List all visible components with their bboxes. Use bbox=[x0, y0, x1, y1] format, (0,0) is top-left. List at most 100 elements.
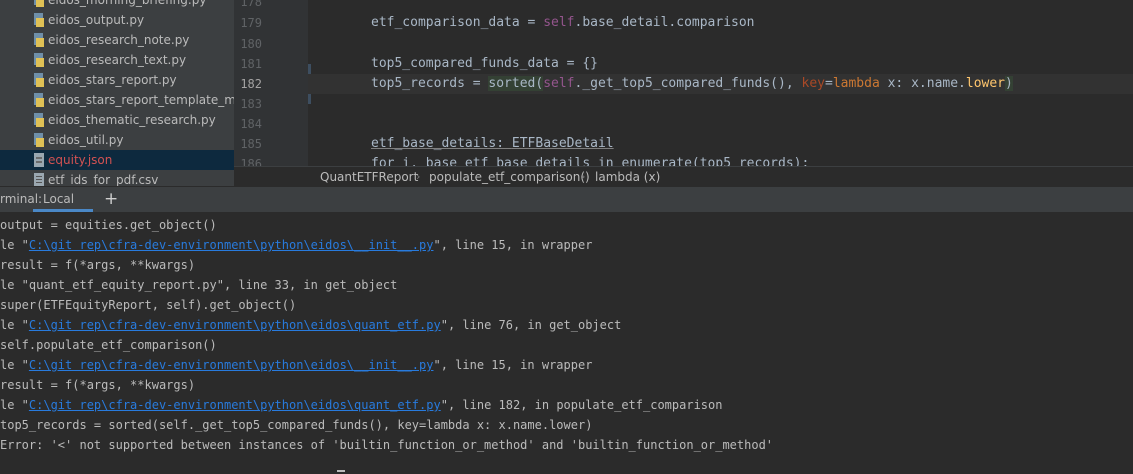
terminal-line: result = f(*args, **kwargs) bbox=[0, 255, 195, 275]
code-token-sorted: sorted bbox=[488, 76, 536, 91]
terminal-text: top5_records = sorted(self._get_top5_com… bbox=[0, 418, 593, 432]
terminal-line: le "C:\git rep\cfra-dev-environment\pyth… bbox=[0, 355, 592, 375]
tree-item-label: eidos_research_text.py bbox=[48, 53, 187, 67]
tree-item-file[interactable]: eidos_stars_report_template_mapping.py bbox=[0, 90, 234, 110]
python-file-icon bbox=[34, 13, 44, 27]
tree-item-file[interactable]: eidos_research_note.py bbox=[0, 30, 234, 50]
line-number: 180 bbox=[240, 37, 262, 51]
tree-item-file[interactable]: eidos_util.py bbox=[0, 130, 234, 150]
tree-item-label: eidos_stars_report_template_mapping.py bbox=[48, 93, 234, 107]
terminal-text: ", line 15, in wrapper bbox=[433, 358, 593, 372]
terminal-text: ", line 76, in get_object bbox=[440, 318, 622, 332]
terminal-line: le "quant_etf_equity_report.py", line 33… bbox=[0, 275, 397, 295]
terminal-tab-bar: rminal: Local + bbox=[0, 187, 1133, 213]
tree-item-file-selected[interactable]: equity.json bbox=[0, 150, 234, 170]
terminal-line: result = f(*args, **kwargs) bbox=[0, 375, 195, 395]
code-token-paren: ) bbox=[1005, 76, 1013, 91]
code-token: for i, base_etf_base_details in enumerat… bbox=[371, 156, 810, 166]
line-number: 181 bbox=[240, 57, 262, 71]
code-line-185: etf_base_details: ETFBaseDetail bbox=[371, 134, 614, 154]
python-file-icon bbox=[34, 53, 44, 67]
terminal-text: le " bbox=[0, 318, 29, 332]
code-line-181: top5_compared_funds_data = {} bbox=[371, 54, 598, 74]
terminal-text: le " bbox=[0, 398, 29, 412]
tree-item-label: etf_ids_for_pdf.csv bbox=[48, 173, 159, 186]
breadcrumb-method[interactable]: populate_etf_comparison() bbox=[429, 167, 590, 187]
code-token: top5_compared_funds_data = {} bbox=[371, 56, 598, 71]
chevron-right-icon: › bbox=[581, 170, 586, 183]
code-token-type: ETFBaseDetail bbox=[511, 136, 614, 151]
terminal-line: le "C:\git rep\cfra-dev-environment\pyth… bbox=[0, 395, 722, 415]
file-link[interactable]: C:\git rep\cfra-dev-environment\python\e… bbox=[29, 398, 441, 412]
terminal-line: le "C:\git rep\cfra-dev-environment\pyth… bbox=[0, 235, 592, 255]
tree-item-label: eidos_util.py bbox=[48, 133, 124, 147]
code-token: = bbox=[824, 76, 833, 91]
chevron-right-icon: › bbox=[416, 170, 421, 183]
tree-item-label: eidos_thematic_research.py bbox=[48, 113, 216, 127]
code-token: etf_comparison_data = bbox=[371, 15, 544, 30]
line-number-current: 182 bbox=[240, 77, 262, 91]
terminal-text: super(ETFEquityReport, self).get_object(… bbox=[0, 298, 297, 312]
breadcrumb: QuantETFReport › populate_etf_comparison… bbox=[234, 166, 1133, 187]
code-token-self: self bbox=[543, 76, 575, 91]
tree-item-file[interactable]: etf_ids_for_pdf.csv bbox=[0, 170, 234, 186]
terminal-text: ", line 15, in wrapper bbox=[433, 238, 593, 252]
python-file-icon bbox=[34, 93, 44, 107]
breadcrumb-lambda[interactable]: lambda (x) bbox=[595, 167, 660, 187]
terminal-line: super(ETFEquityReport, self).get_object(… bbox=[0, 295, 296, 315]
terminal-line: top5_records = sorted(self._get_top5_com… bbox=[0, 415, 592, 435]
file-link[interactable]: C:\git rep\cfra-dev-environment\python\e… bbox=[29, 238, 434, 252]
code-token: .base_detail.comparison bbox=[574, 15, 755, 30]
code-line-182: top5_records = sorted(self._get_top5_com… bbox=[371, 74, 1013, 94]
code-token-kwarg: key bbox=[801, 76, 825, 91]
python-file-icon bbox=[34, 113, 44, 127]
breadcrumb-class[interactable]: QuantETFReport bbox=[320, 167, 418, 187]
terminal-text: result = f(*args, **kwargs) bbox=[0, 258, 196, 272]
tree-item-file[interactable]: eidos_output.py bbox=[0, 10, 234, 30]
code-token: x: x.name. bbox=[879, 76, 966, 91]
code-token-self: self bbox=[543, 15, 575, 30]
tree-item-file[interactable]: eidos_research_text.py bbox=[0, 50, 234, 70]
terminal-text: le " bbox=[0, 358, 29, 372]
terminal-line: output = equities.get_object() bbox=[0, 215, 217, 235]
code-editor[interactable]: etf_comparison_data = self.base_detail.c… bbox=[308, 0, 1133, 166]
terminal-line: self.populate_etf_comparison() bbox=[0, 335, 217, 355]
tree-item-label: eidos_stars_report.py bbox=[48, 73, 177, 87]
json-file-icon bbox=[34, 153, 44, 167]
terminal-cursor bbox=[337, 470, 345, 472]
line-number: 186 bbox=[240, 157, 262, 166]
tree-item-label: eidos_morning_briefing.py bbox=[48, 0, 207, 7]
code-line-186: for i, base_etf_base_details in enumerat… bbox=[371, 154, 809, 166]
terminal-text: le " bbox=[0, 238, 29, 252]
code-token: etf_base_details: bbox=[371, 136, 512, 151]
line-number: 184 bbox=[240, 117, 262, 131]
tree-item-label: eidos_research_note.py bbox=[48, 33, 190, 47]
tree-item-file[interactable]: eidos_stars_report.py bbox=[0, 70, 234, 90]
code-token-keyword: lambda bbox=[832, 76, 880, 91]
file-link[interactable]: C:\git rep\cfra-dev-environment\python\e… bbox=[29, 358, 434, 372]
code-token: ._get_top5_compared_funds(), bbox=[574, 76, 802, 91]
line-number: 178 bbox=[240, 0, 262, 9]
terminal-text: Error: '<' not supported between instanc… bbox=[0, 438, 774, 452]
terminal-text: self.populate_etf_comparison() bbox=[0, 338, 217, 352]
add-terminal-button[interactable]: + bbox=[104, 187, 118, 211]
terminal-error-line: Error: '<' not supported between instanc… bbox=[0, 435, 773, 455]
python-file-icon bbox=[34, 33, 44, 47]
line-number: 183 bbox=[240, 97, 262, 111]
code-token-method: lower bbox=[965, 76, 1006, 91]
terminal-line: le "C:\git rep\cfra-dev-environment\pyth… bbox=[0, 315, 621, 335]
terminal-text: le "quant_etf_equity_report.py", line 33… bbox=[0, 278, 398, 292]
terminal-text: ", line 182, in populate_etf_comparison bbox=[440, 398, 723, 412]
terminal-output[interactable]: output = equities.get_object() le "C:\gi… bbox=[0, 212, 1133, 474]
tree-item-file[interactable]: eidos_thematic_research.py bbox=[0, 110, 234, 130]
tree-item-label: equity.json bbox=[48, 153, 113, 167]
tab-local[interactable]: Local bbox=[33, 187, 93, 212]
tree-item-file[interactable]: eidos_morning_briefing.py bbox=[0, 0, 234, 10]
project-tree: eidos_morning_briefing.py eidos_output.p… bbox=[0, 0, 234, 186]
terminal-text: output = equities.get_object() bbox=[0, 218, 217, 232]
tree-item-label: eidos_output.py bbox=[48, 13, 145, 27]
line-number: 179 bbox=[240, 16, 262, 30]
file-link[interactable]: C:\git rep\cfra-dev-environment\python\e… bbox=[29, 318, 441, 332]
code-line-179: etf_comparison_data = self.base_detail.c… bbox=[371, 13, 755, 33]
csv-file-icon bbox=[34, 173, 44, 186]
